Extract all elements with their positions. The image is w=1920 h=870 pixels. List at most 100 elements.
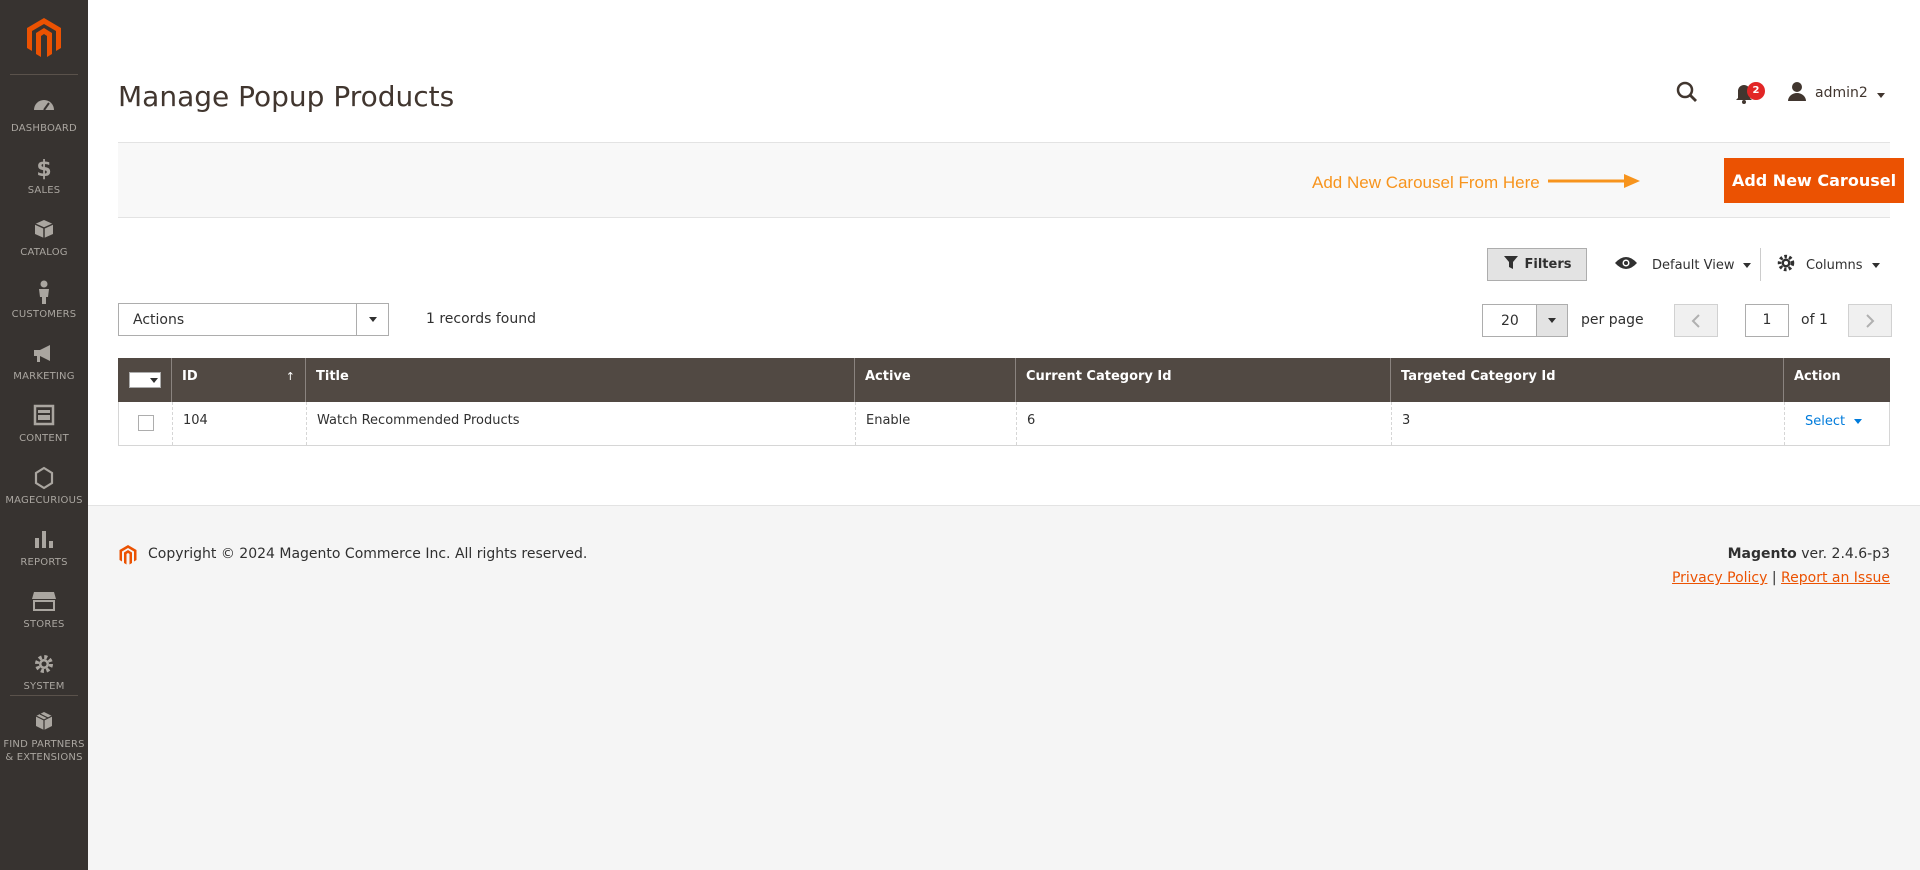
sidebar-item-label: DASHBOARD — [11, 123, 77, 134]
main-content: Manage Popup Products 2 admin2 Add New C… — [88, 0, 1920, 505]
columns-label: Columns — [1806, 257, 1863, 273]
next-page-button[interactable] — [1848, 304, 1892, 337]
per-page-select[interactable]: 20 — [1482, 304, 1568, 337]
sidebar-item-customers[interactable]: CUSTOMERS — [0, 276, 88, 338]
privacy-policy-link[interactable]: Privacy Policy — [1672, 570, 1767, 586]
layout-icon — [0, 404, 88, 432]
chevron-down-icon — [1854, 418, 1863, 424]
sidebar-item-content[interactable]: CONTENT — [0, 400, 88, 462]
report-issue-link[interactable]: Report an Issue — [1781, 570, 1890, 586]
brand-name: Magento — [1727, 546, 1797, 562]
sidebar-item-magecurious[interactable]: MAGECURIOUS — [0, 462, 88, 524]
copyright-text: Copyright © 2024 Magento Commerce Inc. A… — [148, 546, 588, 562]
column-header-current-category[interactable]: Current Category Id — [1016, 358, 1391, 402]
user-name: admin2 — [1815, 85, 1868, 101]
sidebar-item-label: SALES — [27, 185, 61, 196]
notification-badge[interactable]: 2 — [1747, 82, 1765, 100]
chevron-down-icon — [1742, 258, 1752, 273]
column-header-targeted-category[interactable]: Targeted Category Id — [1391, 358, 1784, 402]
magento-logo-icon[interactable] — [24, 16, 64, 60]
sidebar-item-label: MARKETING — [13, 371, 75, 382]
mass-select-header — [118, 358, 172, 402]
sidebar-item-marketing[interactable]: MARKETING — [0, 338, 88, 400]
page-number-input[interactable]: 1 — [1745, 304, 1789, 337]
grid-header: ID ↑ Title Active Current Category Id Ta… — [118, 358, 1890, 402]
column-header-title[interactable]: Title — [306, 358, 855, 402]
person-icon — [0, 280, 88, 308]
sidebar-item-label: REPORTS — [20, 557, 68, 568]
column-header-active[interactable]: Active — [855, 358, 1016, 402]
gear-icon — [0, 652, 88, 680]
chevron-down-icon — [1871, 258, 1881, 273]
sidebar-item-sales[interactable]: $ SALES — [0, 152, 88, 214]
bar-chart-icon — [0, 528, 88, 556]
cubes-icon — [0, 710, 88, 738]
cell-targeted-category: 3 — [1392, 402, 1785, 445]
filters-button[interactable]: Filters — [1487, 248, 1587, 281]
row-checkbox[interactable] — [138, 415, 154, 431]
box-icon — [0, 218, 88, 246]
filter-icon — [1503, 255, 1525, 274]
user-menu[interactable]: admin2 — [1787, 82, 1886, 104]
sidebar-item-dashboard[interactable]: DASHBOARD — [0, 90, 88, 152]
sidebar-item-label: & EXTENSIONS — [5, 752, 83, 763]
dashboard-icon — [0, 94, 88, 122]
sidebar-item-label: STORES — [23, 619, 65, 630]
sidebar-item-find-partners[interactable]: FIND PARTNERS & EXTENSIONS — [0, 706, 88, 763]
page-actions-bar: Add New Carousel From Here Add New Carou… — [118, 142, 1904, 218]
chevron-down-icon — [1876, 84, 1886, 103]
admin-sidebar: DASHBOARD $ SALES CATALOG CUSTOMERS MARK… — [0, 0, 88, 870]
default-view-dropdown[interactable]: Default View — [1614, 252, 1752, 278]
mass-select-checkbox[interactable] — [129, 372, 161, 388]
columns-dropdown[interactable]: Columns — [1776, 252, 1881, 278]
page-total: of 1 — [1801, 312, 1828, 328]
column-header-id[interactable]: ID ↑ — [172, 358, 306, 402]
sidebar-item-label: SYSTEM — [23, 681, 65, 692]
megaphone-icon — [0, 342, 88, 370]
version-info: Magento ver. 2.4.6-p3 — [1728, 546, 1890, 562]
row-action-select[interactable]: Select — [1805, 414, 1863, 429]
products-grid: ID ↑ Title Active Current Category Id Ta… — [118, 358, 1890, 446]
mass-actions-label: Actions — [133, 312, 185, 328]
cell-action: Select — [1785, 402, 1889, 445]
per-page-value: 20 — [1501, 313, 1519, 329]
records-found: 1 records found — [426, 311, 536, 327]
search-icon[interactable] — [1675, 80, 1699, 104]
per-page-label: per page — [1581, 312, 1644, 328]
toolbar-separator — [1760, 248, 1761, 281]
version-number: ver. 2.4.6-p3 — [1796, 546, 1890, 562]
chevron-right-icon — [1866, 314, 1875, 328]
footer-links: Privacy Policy | Report an Issue — [1672, 570, 1890, 586]
column-header-action: Action — [1794, 369, 1841, 384]
dollar-icon: $ — [0, 156, 88, 184]
sidebar-item-label: MAGECURIOUS — [5, 495, 83, 506]
sidebar-divider — [10, 74, 78, 75]
cell-title: Watch Recommended Products — [307, 402, 856, 445]
link-separator: | — [1767, 570, 1782, 586]
default-view-label: Default View — [1652, 257, 1735, 273]
sort-ascending-icon: ↑ — [285, 370, 295, 383]
add-new-carousel-button[interactable]: Add New Carousel — [1724, 158, 1904, 203]
store-icon — [0, 590, 88, 618]
chevron-left-icon — [1691, 314, 1700, 328]
sidebar-item-system[interactable]: SYSTEM — [0, 648, 88, 710]
chevron-down-icon — [356, 304, 388, 335]
cell-id: 104 — [173, 402, 307, 445]
sidebar-item-reports[interactable]: REPORTS — [0, 524, 88, 586]
svg-text:$: $ — [36, 157, 51, 180]
cell-current-category: 6 — [1017, 402, 1392, 445]
sidebar-item-catalog[interactable]: CATALOG — [0, 214, 88, 276]
sidebar-item-label: FIND PARTNERS — [3, 739, 85, 750]
add-carousel-hint: Add New Carousel From Here — [1312, 173, 1540, 192]
previous-page-button[interactable] — [1674, 304, 1718, 337]
table-row: 104 Watch Recommended Products Enable 6 … — [118, 402, 1890, 446]
magento-logo-icon — [118, 544, 138, 570]
page-title: Manage Popup Products — [118, 80, 455, 113]
eye-icon — [1614, 255, 1638, 275]
cell-active: Enable — [856, 402, 1017, 445]
page-footer: Copyright © 2024 Magento Commerce Inc. A… — [88, 505, 1920, 870]
filters-label: Filters — [1524, 257, 1572, 272]
mass-actions-select[interactable]: Actions — [118, 303, 389, 336]
sidebar-item-stores[interactable]: STORES — [0, 586, 88, 648]
sidebar-item-label: CONTENT — [19, 433, 69, 444]
